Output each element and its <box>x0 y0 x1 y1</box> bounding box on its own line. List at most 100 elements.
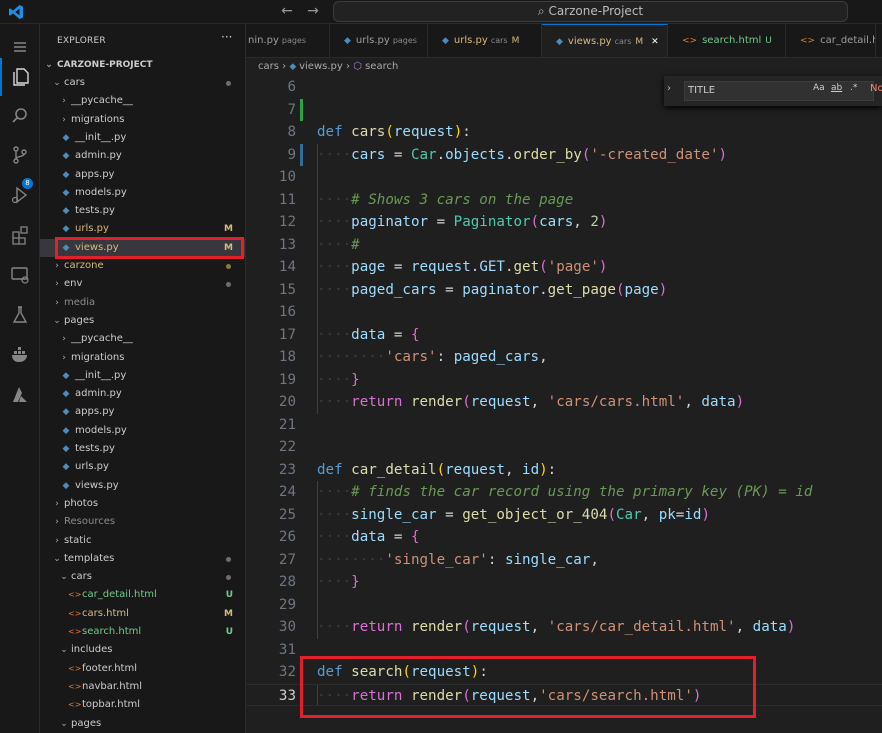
tree-file[interactable]: ◆ tests.py <box>40 202 245 220</box>
code-line[interactable]: 25 ····single_car = get_object_or_404(Car… <box>246 504 882 527</box>
code-line[interactable]: 15 ····paged_cars = paginator.get_page(pa… <box>246 279 882 302</box>
code-line[interactable]: 29 <box>246 594 882 617</box>
tree-folder[interactable]: › static <box>40 532 245 550</box>
code-line[interactable]: 17 ····data = { <box>246 324 882 347</box>
code-line[interactable]: 20 ····return render(request, 'cars/cars.… <box>246 391 882 414</box>
tree-file[interactable]: <> footer.html <box>40 660 245 678</box>
editor-tab[interactable]: ◆ urls.py cars M <box>428 24 542 57</box>
whole-word-icon[interactable]: ab <box>831 83 842 93</box>
code-line[interactable]: 21 <box>246 414 882 437</box>
code-line[interactable]: 19 ····} <box>246 369 882 392</box>
find-replace-toggle-icon[interactable]: › <box>667 83 671 94</box>
explorer-sidebar: EXPLORER ··· ⌄ CARZONE-PROJECT ⌄ cars › __p… <box>40 24 246 733</box>
code-token: ···· <box>317 506 352 523</box>
code-editor[interactable]: 6 7 8 def cars(request): 9 ····cars = Car.obj… <box>246 76 882 733</box>
tree-file[interactable]: ◆ admin.py <box>40 147 245 165</box>
code-line[interactable]: 33 ····return render(request,'cars/search… <box>246 683 882 706</box>
azure-icon[interactable] <box>0 376 40 414</box>
tree-folder[interactable]: › Resources <box>40 513 245 531</box>
breadcrumb-item[interactable]: cars <box>258 61 279 72</box>
tree-folder[interactable]: ⌄ pages <box>40 715 245 733</box>
forward-arrow-icon[interactable]: → <box>304 2 322 20</box>
close-tab-icon[interactable]: ✕ <box>651 37 659 47</box>
command-center-label: Carzone-Project <box>548 4 644 18</box>
tree-file[interactable]: <> car_detail.html U <box>40 586 245 604</box>
code-line[interactable]: 32 def search(request): <box>246 661 882 684</box>
tree-folder[interactable]: › media <box>40 294 245 312</box>
editor-tab[interactable]: ◆ urls.py pages <box>330 24 428 57</box>
tree-file[interactable]: ◆ __init__.py <box>40 367 245 385</box>
tree-file[interactable]: ◆ models.py <box>40 422 245 440</box>
run-debug-icon[interactable] <box>0 176 40 214</box>
code-token: ···· <box>317 529 352 545</box>
tree-folder[interactable]: › __pycache__ <box>40 330 245 348</box>
code-line[interactable]: 26 ····data = { <box>246 526 882 549</box>
code-line[interactable]: 28 ····} <box>246 571 882 594</box>
code-line[interactable]: 24 ····# finds the car record using the p… <box>246 481 882 504</box>
editor-tab[interactable]: ◆nin.pypages <box>246 24 330 57</box>
tree-folder[interactable]: ⌄ pages <box>40 312 245 330</box>
tree-folder[interactable]: › migrations <box>40 349 245 367</box>
tree-folder[interactable]: › env <box>40 275 245 293</box>
tree-folder[interactable]: › __pycache__ <box>40 92 245 110</box>
tree-item-label: views.py <box>75 241 119 253</box>
code-line[interactable]: 31 <box>246 639 882 662</box>
tree-folder[interactable]: ⌄ cars <box>40 568 245 586</box>
code-line[interactable]: 23 def car_detail(request, id): <box>246 459 882 482</box>
tree-file[interactable]: ◆ models.py <box>40 184 245 202</box>
code-line[interactable]: 16 <box>246 301 882 324</box>
breadcrumb-item[interactable]: views.py <box>299 61 343 72</box>
source-control-icon[interactable] <box>0 136 40 174</box>
more-actions-icon[interactable]: ··· <box>221 30 232 44</box>
remote-explorer-icon[interactable] <box>0 256 40 294</box>
code-line[interactable]: 30 ····return render(request, 'cars/car_d… <box>246 616 882 639</box>
tree-file[interactable]: ◆ urls.py M <box>40 220 245 238</box>
code-line[interactable]: 12 ····paginator = Paginator(cars, 2) <box>246 211 882 234</box>
code-line[interactable]: 9 ····cars = Car.objects.order_by('-creat… <box>246 144 882 167</box>
code-text: ····return render(request, 'cars/cars.ht… <box>317 391 744 414</box>
tree-folder[interactable]: ⌄ cars <box>40 74 245 92</box>
tree-file[interactable]: <> topbar.html <box>40 696 245 714</box>
code-line[interactable]: 11 ····# Shows 3 cars on the page <box>246 189 882 212</box>
explorer-files-icon[interactable] <box>0 58 40 96</box>
breadcrumb-item[interactable]: search <box>365 61 398 72</box>
tree-folder[interactable]: › photos <box>40 495 245 513</box>
tree-folder[interactable]: ⌄ templates <box>40 550 245 568</box>
editor-tab[interactable]: <> search.html U <box>668 24 786 57</box>
code-token: data <box>752 619 787 635</box>
code-line[interactable]: 27 ········'single_car': single_car, <box>246 549 882 572</box>
project-root[interactable]: ⌄ CARZONE-PROJECT <box>40 56 245 74</box>
regex-icon[interactable]: .* <box>850 83 857 93</box>
command-center-search[interactable]: ⌕ Carzone-Project <box>333 1 848 22</box>
extensions-icon[interactable] <box>0 216 40 254</box>
tree-file[interactable]: ◆ views.py <box>40 477 245 495</box>
match-case-icon[interactable]: Aa <box>813 83 825 93</box>
docker-icon[interactable] <box>0 336 40 374</box>
tree-file[interactable]: ◆ apps.py <box>40 403 245 421</box>
tree-file[interactable]: ◆ admin.py <box>40 385 245 403</box>
find-input[interactable]: TITLE <box>684 81 874 101</box>
tree-folder[interactable]: ⌄ includes <box>40 641 245 659</box>
tree-file[interactable]: ◆ apps.py <box>40 166 245 184</box>
search-activity-icon[interactable] <box>0 97 40 135</box>
tree-file[interactable]: <> search.html U <box>40 623 245 641</box>
code-line[interactable]: 18 ········'cars': paged_cars, <box>246 346 882 369</box>
tree-file[interactable]: <> navbar.html <box>40 678 245 696</box>
code-line[interactable]: 22 <box>246 436 882 459</box>
code-line[interactable]: 8 def cars(request): <box>246 121 882 144</box>
tree-file[interactable]: ◆ views.py M <box>40 238 245 257</box>
code-line[interactable]: 13 ····# <box>246 234 882 257</box>
tree-folder[interactable]: › carzone <box>40 257 245 275</box>
code-line[interactable]: 14 ····page = request.GET.get('page') <box>246 256 882 279</box>
tree-file[interactable]: <> cars.html M <box>40 605 245 623</box>
tree-file[interactable]: ◆ urls.py <box>40 458 245 476</box>
testing-flask-icon[interactable] <box>0 296 40 334</box>
tree-file[interactable]: ◆ __init__.py <box>40 129 245 147</box>
editor-tab[interactable]: <> car_detail.h <box>786 24 876 57</box>
python-file-icon: ◆ <box>556 37 563 47</box>
back-arrow-icon[interactable]: ← <box>278 2 296 20</box>
tree-file[interactable]: ◆ tests.py <box>40 440 245 458</box>
tree-folder[interactable]: › migrations <box>40 111 245 129</box>
editor-tab[interactable]: ◆ views.py cars M ✕ <box>542 24 668 57</box>
code-line[interactable]: 10 <box>246 166 882 189</box>
